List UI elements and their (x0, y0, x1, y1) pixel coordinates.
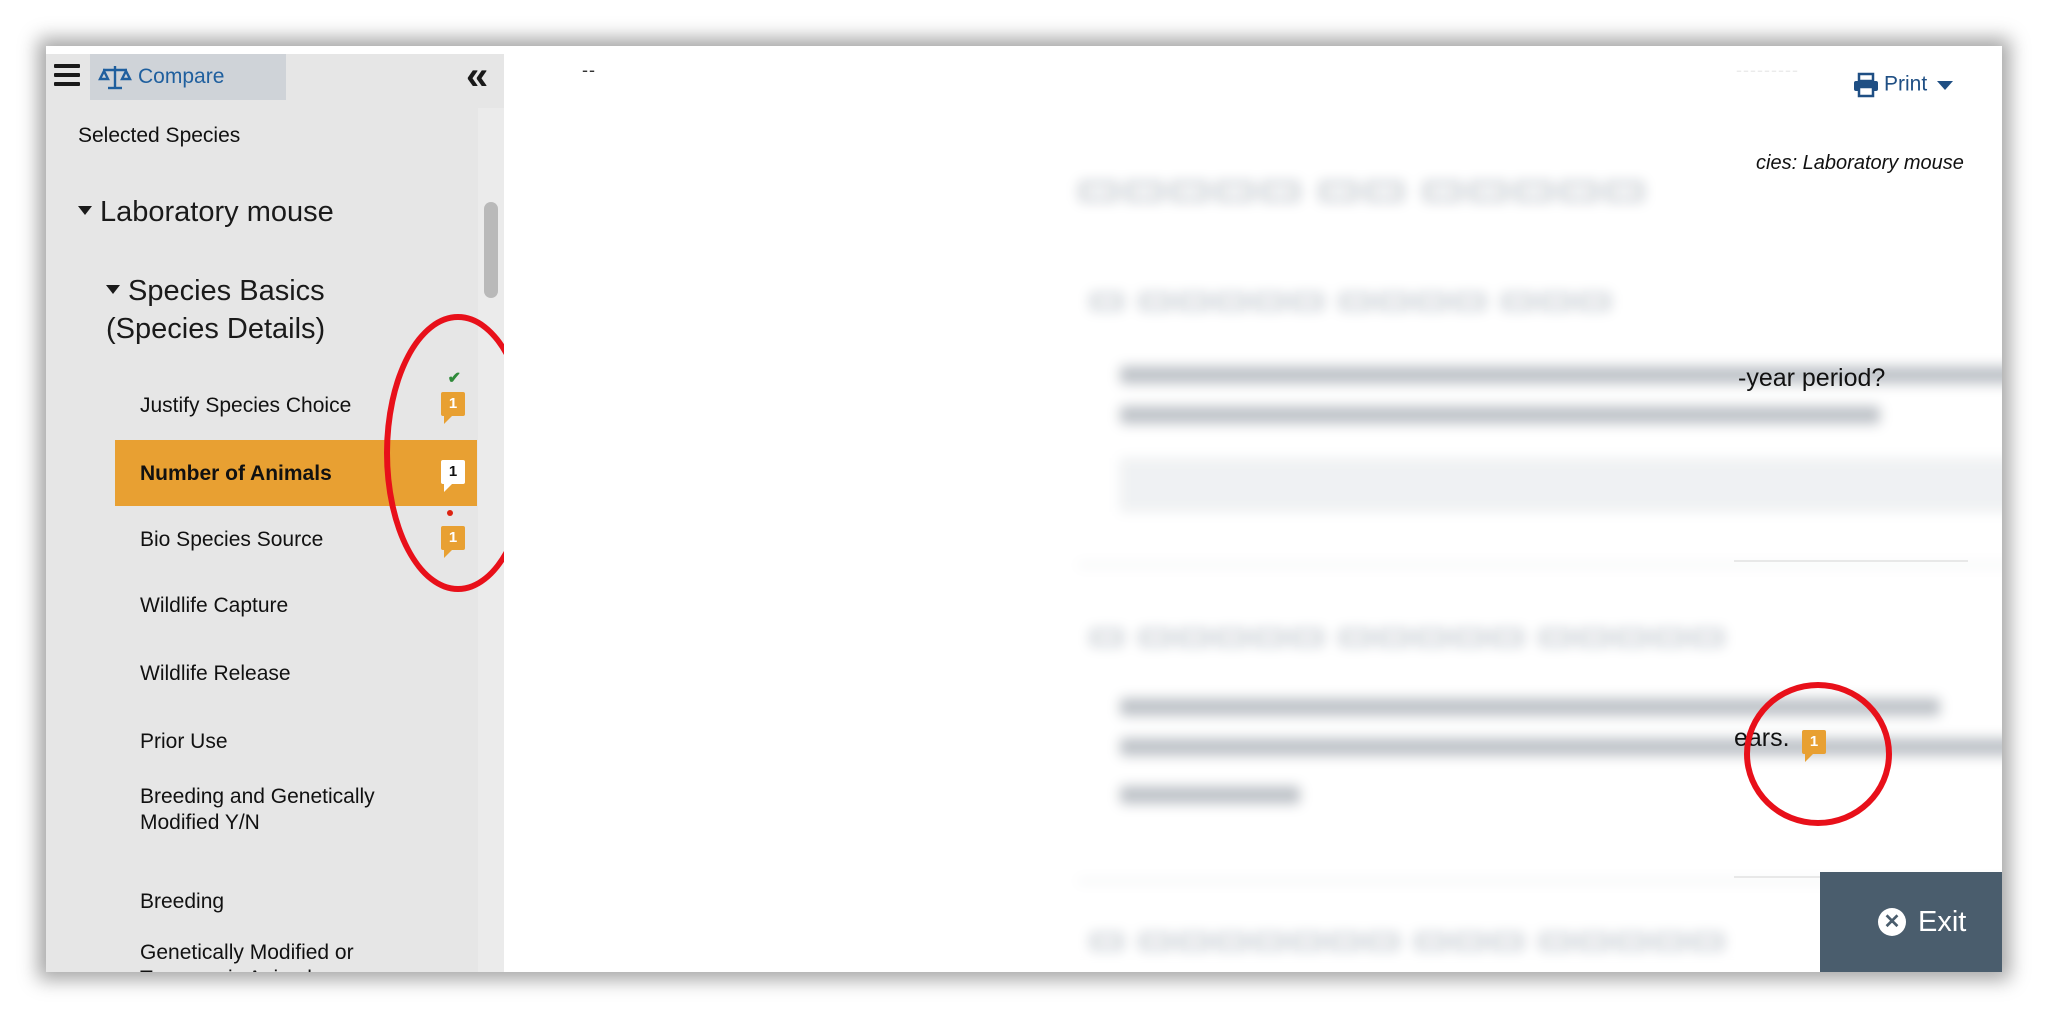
menu-icon[interactable] (54, 64, 80, 86)
species-name: Laboratory mouse (100, 196, 334, 228)
sidebar-item-label: Breeding (140, 890, 225, 913)
sidebar-item-breeding-gm-yn[interactable]: Breeding and Genetically Modified Y/N (115, 770, 477, 850)
print-button[interactable]: Print (1852, 72, 1954, 98)
sidebar-toolbar: Compare « (46, 54, 504, 100)
collapse-sidebar-icon[interactable]: « (466, 56, 488, 96)
sidebar: Compare « Selected Species Laboratory mo… (46, 54, 504, 972)
sidebar-item-breeding[interactable]: Breeding (115, 868, 477, 934)
sidebar-scrollbar-thumb[interactable] (484, 202, 498, 298)
main-content: -- --------- ▭▭▭▭▭ ▭▭ ▭▭▭▭▭ ▭ ▭▭▭▭▭ ▭▭▭▭… (504, 46, 2002, 972)
compare-label: Compare (138, 65, 225, 88)
print-label: Print (1884, 72, 1928, 96)
caret-down-icon (78, 205, 92, 215)
sidebar-item-gm-transgenic[interactable]: Genetically Modified or Transgenic Anima… (115, 926, 477, 972)
sidebar-item-label: Prior Use (140, 730, 228, 753)
sidebar-item-label: Genetically Modified or Transgenic Anima… (140, 941, 354, 972)
tree-node-group[interactable]: Species Basics (Species Details) (106, 272, 436, 348)
question1-text: -year period? (1738, 364, 1886, 392)
annotation-circle (1744, 682, 1892, 826)
species-caption: cies: Laboratory mouse (1756, 152, 1964, 174)
divider (1734, 560, 1968, 562)
redacted-content: ▭▭▭▭▭ ▭▭ ▭▭▭▭▭ ▭ ▭▭▭▭▭ ▭▭▭▭ ▭▭▭ ▭ ▭▭▭▭▭ … (1008, 56, 2002, 972)
caret-down-icon (1937, 80, 1954, 90)
exit-button[interactable]: ✕ Exit (1820, 872, 2002, 972)
tree-node-species[interactable]: Laboratory mouse (78, 196, 334, 229)
sidebar-item-label: Justify Species Choice (140, 394, 352, 417)
exit-label: Exit (1918, 906, 1967, 938)
sidebar-item-prior-use[interactable]: Prior Use (115, 708, 477, 774)
group-name: Species Basics (Species Details) (106, 275, 326, 345)
app-window: Compare « Selected Species Laboratory mo… (46, 46, 2002, 972)
sidebar-item-label: Number of Animals (140, 462, 332, 485)
sidebar-item-wildlife-release[interactable]: Wildlife Release (115, 640, 477, 706)
sidebar-item-wildlife-capture[interactable]: Wildlife Capture (115, 572, 477, 638)
caret-down-icon (106, 284, 120, 294)
close-circle-icon: ✕ (1878, 908, 1906, 936)
compare-button[interactable]: Compare (90, 54, 286, 100)
scale-icon (98, 66, 132, 90)
selected-species-heading: Selected Species (78, 124, 241, 147)
sidebar-item-label: Breeding and Genetically Modified Y/N (140, 785, 375, 834)
sidebar-item-label: Wildlife Capture (140, 594, 289, 617)
printer-icon (1854, 72, 1878, 98)
sidebar-item-label: Bio Species Source (140, 528, 324, 551)
sidebar-item-label: Wildlife Release (140, 662, 291, 685)
dashed-rule: -- (582, 60, 596, 80)
